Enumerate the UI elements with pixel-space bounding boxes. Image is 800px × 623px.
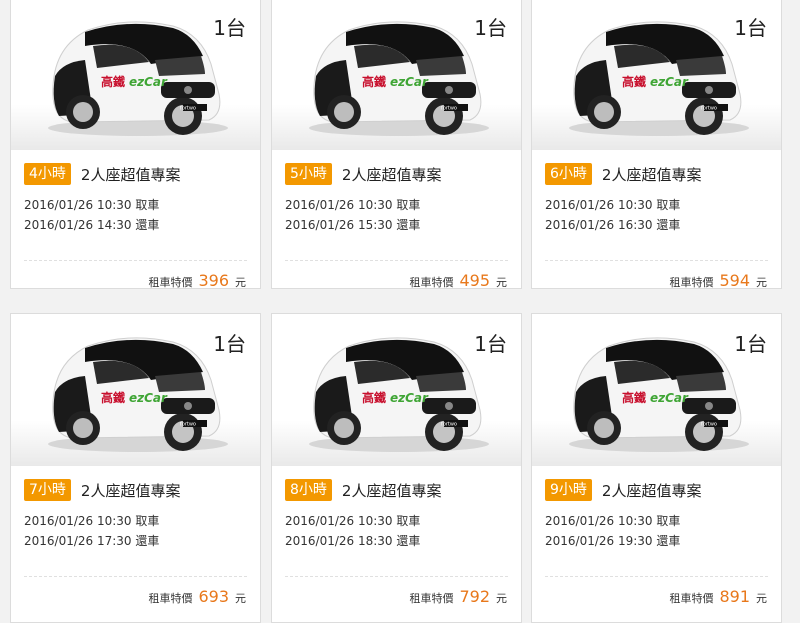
pickup-time: 2016/01/26 10:30 取車 bbox=[285, 514, 421, 528]
smart-fortwo-car-image: 高鐵 ezCar fortwo bbox=[309, 337, 489, 452]
smart-fortwo-car-image: 高鐵 ezCar fortwo bbox=[569, 21, 749, 136]
return-time: 2016/01/26 16:30 還車 bbox=[545, 218, 681, 232]
divider bbox=[545, 260, 768, 261]
price-label: 租車特價 bbox=[148, 592, 193, 605]
plan-title: 2人座超值專案 bbox=[80, 481, 181, 500]
rental-hours-badge: 9小時 bbox=[545, 479, 592, 501]
price-label: 租車特價 bbox=[669, 592, 714, 605]
svg-text:高鐵: 高鐵 bbox=[101, 74, 125, 89]
rental-hours-badge: 6小時 bbox=[545, 163, 592, 185]
pickup-time: 2016/01/26 10:30 取車 bbox=[24, 198, 160, 212]
vehicle-quantity: 1台 bbox=[734, 332, 767, 356]
divider bbox=[24, 576, 247, 577]
price-row: 租車特價 792 元 bbox=[409, 587, 507, 606]
svg-text:ezCar: ezCar bbox=[650, 391, 689, 405]
plan-title: 2人座超值專案 bbox=[341, 481, 442, 500]
divider bbox=[24, 260, 247, 261]
svg-text:高鐵: 高鐵 bbox=[622, 390, 646, 405]
vehicle-quantity: 1台 bbox=[474, 16, 507, 40]
pickup-time: 2016/01/26 10:30 取車 bbox=[545, 198, 681, 212]
svg-text:高鐵: 高鐵 bbox=[362, 390, 386, 405]
smart-fortwo-car-image: 高鐵 ezCar fortwo bbox=[309, 21, 489, 136]
rental-plan-card[interactable]: 高鐵 ezCar fortwo 1台 9小時 2人座超值專案 2016/01/2… bbox=[531, 313, 782, 623]
rental-hours-badge: 8小時 bbox=[285, 479, 332, 501]
price-label: 租車特價 bbox=[669, 276, 714, 289]
vehicle-quantity: 1台 bbox=[474, 332, 507, 356]
price-unit: 元 bbox=[235, 276, 246, 289]
return-time: 2016/01/26 14:30 還車 bbox=[24, 218, 160, 232]
rental-plan-card[interactable]: 高鐵 ezCar fortwo 1台 4小時 2人座超值專案 2016/01/2… bbox=[10, 0, 261, 289]
svg-text:fortwo: fortwo bbox=[701, 422, 717, 428]
price-unit: 元 bbox=[756, 276, 767, 289]
return-time: 2016/01/26 19:30 還車 bbox=[545, 534, 681, 548]
price-value: 891 bbox=[719, 587, 750, 606]
plan-title: 2人座超值專案 bbox=[601, 481, 702, 500]
rental-hours-badge: 5小時 bbox=[285, 163, 332, 185]
price-value: 594 bbox=[719, 271, 750, 289]
vehicle-quantity: 1台 bbox=[213, 16, 246, 40]
pickup-time: 2016/01/26 10:30 取車 bbox=[285, 198, 421, 212]
rental-plan-card[interactable]: 高鐵 ezCar fortwo 1台 7小時 2人座超值專案 2016/01/2… bbox=[10, 313, 261, 623]
rental-plan-card[interactable]: 高鐵 ezCar fortwo 1台 8小時 2人座超值專案 2016/01/2… bbox=[271, 313, 522, 623]
return-time: 2016/01/26 17:30 還車 bbox=[24, 534, 160, 548]
svg-text:高鐵: 高鐵 bbox=[622, 74, 646, 89]
svg-text:ezCar: ezCar bbox=[129, 75, 168, 89]
pickup-time: 2016/01/26 10:30 取車 bbox=[24, 514, 160, 528]
price-value: 792 bbox=[459, 587, 490, 606]
return-time: 2016/01/26 15:30 還車 bbox=[285, 218, 421, 232]
svg-text:fortwo: fortwo bbox=[180, 422, 196, 428]
svg-text:fortwo: fortwo bbox=[441, 422, 457, 428]
price-label: 租車特價 bbox=[409, 592, 454, 605]
return-time: 2016/01/26 18:30 還車 bbox=[285, 534, 421, 548]
price-row: 租車特價 891 元 bbox=[669, 587, 767, 606]
smart-fortwo-car-image: 高鐵 ezCar fortwo bbox=[48, 21, 228, 136]
svg-text:fortwo: fortwo bbox=[441, 106, 457, 112]
svg-text:ezCar: ezCar bbox=[390, 391, 429, 405]
svg-text:fortwo: fortwo bbox=[701, 106, 717, 112]
svg-text:高鐵: 高鐵 bbox=[362, 74, 386, 89]
price-unit: 元 bbox=[496, 276, 507, 289]
price-value: 693 bbox=[198, 587, 229, 606]
rental-plan-card[interactable]: 高鐵 ezCar fortwo 1台 6小時 2人座超值專案 2016/01/2… bbox=[531, 0, 782, 289]
divider bbox=[285, 260, 508, 261]
svg-text:高鐵: 高鐵 bbox=[101, 390, 125, 405]
price-label: 租車特價 bbox=[409, 276, 454, 289]
price-row: 租車特價 594 元 bbox=[669, 271, 767, 289]
svg-text:ezCar: ezCar bbox=[129, 391, 168, 405]
price-row: 租車特價 495 元 bbox=[409, 271, 507, 289]
svg-text:fortwo: fortwo bbox=[180, 106, 196, 112]
price-unit: 元 bbox=[235, 592, 246, 605]
divider bbox=[285, 576, 508, 577]
price-unit: 元 bbox=[496, 592, 507, 605]
divider bbox=[545, 576, 768, 577]
rental-hours-badge: 7小時 bbox=[24, 479, 71, 501]
price-unit: 元 bbox=[756, 592, 767, 605]
price-value: 495 bbox=[459, 271, 490, 289]
price-row: 租車特價 693 元 bbox=[148, 587, 246, 606]
plan-title: 2人座超值專案 bbox=[601, 165, 702, 184]
price-value: 396 bbox=[198, 271, 229, 289]
plan-title: 2人座超值專案 bbox=[341, 165, 442, 184]
smart-fortwo-car-image: 高鐵 ezCar fortwo bbox=[48, 337, 228, 452]
vehicle-quantity: 1台 bbox=[213, 332, 246, 356]
vehicle-quantity: 1台 bbox=[734, 16, 767, 40]
pickup-time: 2016/01/26 10:30 取車 bbox=[545, 514, 681, 528]
plan-title: 2人座超值專案 bbox=[80, 165, 181, 184]
svg-text:ezCar: ezCar bbox=[650, 75, 689, 89]
price-row: 租車特價 396 元 bbox=[148, 271, 246, 289]
rental-plan-card[interactable]: 高鐵 ezCar fortwo 1台 5小時 2人座超值專案 2016/01/2… bbox=[271, 0, 522, 289]
price-label: 租車特價 bbox=[148, 276, 193, 289]
smart-fortwo-car-image: 高鐵 ezCar fortwo bbox=[569, 337, 749, 452]
svg-text:ezCar: ezCar bbox=[390, 75, 429, 89]
rental-hours-badge: 4小時 bbox=[24, 163, 71, 185]
